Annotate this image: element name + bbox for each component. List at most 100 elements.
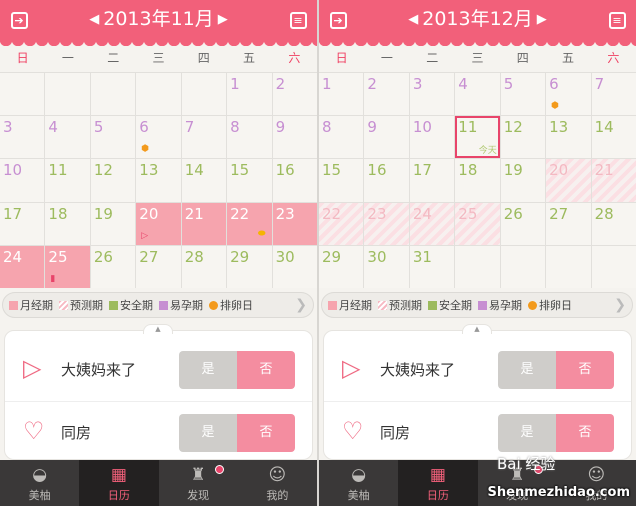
tab-discover[interactable]: ♜ 发现 bbox=[159, 460, 238, 506]
day-cell[interactable]: 12 bbox=[500, 116, 546, 159]
day-cell[interactable]: 4 bbox=[455, 73, 500, 116]
legend-bar[interactable]: 月经期 预测期 安全期 易孕期 排卵日 ❯ bbox=[321, 292, 633, 318]
day-cell[interactable]: 19 bbox=[90, 202, 136, 245]
day-cell[interactable]: 9 bbox=[364, 116, 409, 159]
day-cell[interactable]: 28 bbox=[591, 202, 636, 245]
ovulation-swatch-icon bbox=[528, 301, 537, 310]
clipboard-icon[interactable]: ≡ bbox=[606, 8, 628, 30]
day-cell[interactable]: 11 今天 bbox=[455, 116, 500, 159]
day-cell[interactable]: 7 bbox=[591, 73, 636, 116]
yes-option[interactable]: 是 bbox=[498, 414, 556, 452]
tab-calendar[interactable]: ▦ 日历 bbox=[79, 460, 159, 506]
day-cell[interactable]: 6 ⬢ bbox=[136, 116, 181, 159]
pull-up-handle[interactable]: ▲ bbox=[462, 324, 492, 334]
day-number: 18 bbox=[458, 161, 478, 180]
legend-bar[interactable]: 月经期 预测期 安全期 易孕期 排卵日 ❯ bbox=[2, 292, 314, 318]
day-cell[interactable]: 31 bbox=[409, 245, 455, 288]
day-cell[interactable]: 21 bbox=[591, 159, 636, 202]
day-cell[interactable]: 19 bbox=[500, 159, 546, 202]
day-cell[interactable]: 5 bbox=[500, 73, 546, 116]
day-cell[interactable]: 18 bbox=[45, 202, 90, 245]
pull-up-handle[interactable]: ▲ bbox=[143, 324, 173, 334]
chevron-right-icon[interactable]: ❯ bbox=[614, 297, 626, 313]
day-cell[interactable]: 7 bbox=[181, 116, 227, 159]
day-cell[interactable]: 29 bbox=[227, 245, 272, 288]
day-cell[interactable]: 9 bbox=[272, 116, 317, 159]
no-option[interactable]: 否 bbox=[556, 351, 614, 389]
day-cell[interactable]: 25 ▮ bbox=[45, 245, 90, 288]
day-cell[interactable]: 20 ▷ bbox=[136, 202, 181, 245]
day-cell[interactable]: 17 bbox=[409, 159, 455, 202]
day-cell[interactable]: 20 bbox=[546, 159, 591, 202]
day-cell[interactable]: 1 bbox=[319, 73, 364, 116]
day-cell[interactable]: 24 bbox=[409, 202, 455, 245]
no-option[interactable]: 否 bbox=[237, 351, 295, 389]
day-cell[interactable]: 23 bbox=[364, 202, 409, 245]
next-month-arrow-icon[interactable]: ▶ bbox=[537, 12, 547, 27]
day-cell[interactable]: 12 bbox=[90, 159, 136, 202]
tab-meiyou[interactable]: ◒ 美柚 bbox=[319, 460, 398, 506]
ovulation-flower-icon: ⬢ bbox=[141, 144, 150, 155]
prev-month-arrow-icon[interactable]: ◀ bbox=[408, 12, 418, 27]
yes-option[interactable]: 是 bbox=[179, 414, 237, 452]
day-cell[interactable]: 24 bbox=[0, 245, 45, 288]
empty-cell bbox=[181, 73, 227, 116]
no-option[interactable]: 否 bbox=[556, 414, 614, 452]
tab-mine[interactable]: ☺ 我的 bbox=[238, 460, 317, 506]
day-cell[interactable]: 14 bbox=[591, 116, 636, 159]
prev-month-arrow-icon[interactable]: ◀ bbox=[89, 12, 99, 27]
weekday-tue: 二 bbox=[426, 51, 439, 65]
day-cell[interactable]: 4 bbox=[45, 116, 90, 159]
day-cell[interactable]: 22 bbox=[319, 202, 364, 245]
tab-calendar[interactable]: ▦ 日历 bbox=[398, 460, 478, 506]
day-cell[interactable]: 16 bbox=[364, 159, 409, 202]
day-cell[interactable]: 26 bbox=[90, 245, 136, 288]
tab-meiyou[interactable]: ◒ 美柚 bbox=[0, 460, 79, 506]
pomelo-icon: ◒ bbox=[351, 465, 367, 485]
day-cell[interactable]: 3 bbox=[0, 116, 45, 159]
day-cell[interactable]: 18 bbox=[455, 159, 500, 202]
day-cell[interactable]: 22 ⬬ bbox=[227, 202, 272, 245]
day-cell[interactable]: 11 bbox=[45, 159, 90, 202]
day-cell[interactable]: 1 bbox=[227, 73, 272, 116]
yes-option[interactable]: 是 bbox=[179, 351, 237, 389]
no-option[interactable]: 否 bbox=[237, 414, 295, 452]
day-cell[interactable]: 2 bbox=[272, 73, 317, 116]
day-cell[interactable]: 5 bbox=[90, 116, 136, 159]
heart-outline-icon: ♡ bbox=[342, 417, 364, 445]
day-cell[interactable]: 15 bbox=[319, 159, 364, 202]
intimacy-toggle[interactable]: 是 否 bbox=[179, 414, 295, 452]
day-cell[interactable]: 30 bbox=[272, 245, 317, 288]
chevron-right-icon[interactable]: ❯ bbox=[295, 297, 307, 313]
day-cell[interactable]: 26 bbox=[500, 202, 546, 245]
day-cell[interactable]: 25 bbox=[455, 202, 500, 245]
yes-option[interactable]: 是 bbox=[498, 351, 556, 389]
day-number: 14 bbox=[184, 161, 204, 180]
day-cell[interactable]: 23 bbox=[272, 202, 317, 245]
period-came-toggle[interactable]: 是 否 bbox=[179, 351, 295, 389]
day-number: 15 bbox=[230, 161, 250, 180]
clipboard-icon[interactable]: ≡ bbox=[287, 8, 309, 30]
day-cell[interactable]: 27 bbox=[546, 202, 591, 245]
day-cell[interactable]: 17 bbox=[0, 202, 45, 245]
day-cell[interactable]: 14 bbox=[181, 159, 227, 202]
period-came-toggle[interactable]: 是 否 bbox=[498, 351, 614, 389]
day-cell[interactable]: 10 bbox=[0, 159, 45, 202]
intimacy-toggle[interactable]: 是 否 bbox=[498, 414, 614, 452]
day-cell[interactable]: 13 bbox=[136, 159, 181, 202]
day-cell[interactable]: 27 bbox=[136, 245, 181, 288]
day-cell[interactable]: 2 bbox=[364, 73, 409, 116]
day-cell[interactable]: 15 bbox=[227, 159, 272, 202]
day-cell[interactable]: 13 bbox=[546, 116, 591, 159]
day-cell[interactable]: 16 bbox=[272, 159, 317, 202]
next-month-arrow-icon[interactable]: ▶ bbox=[218, 12, 228, 27]
day-cell[interactable]: 28 bbox=[181, 245, 227, 288]
day-cell[interactable]: 8 bbox=[227, 116, 272, 159]
day-cell[interactable]: 30 bbox=[364, 245, 409, 288]
day-cell[interactable]: 6 ⬢ bbox=[546, 73, 591, 116]
day-cell[interactable]: 3 bbox=[409, 73, 455, 116]
day-cell[interactable]: 29 bbox=[319, 245, 364, 288]
day-cell[interactable]: 21 bbox=[181, 202, 227, 245]
day-cell[interactable]: 10 bbox=[409, 116, 455, 159]
day-cell[interactable]: 8 bbox=[319, 116, 364, 159]
